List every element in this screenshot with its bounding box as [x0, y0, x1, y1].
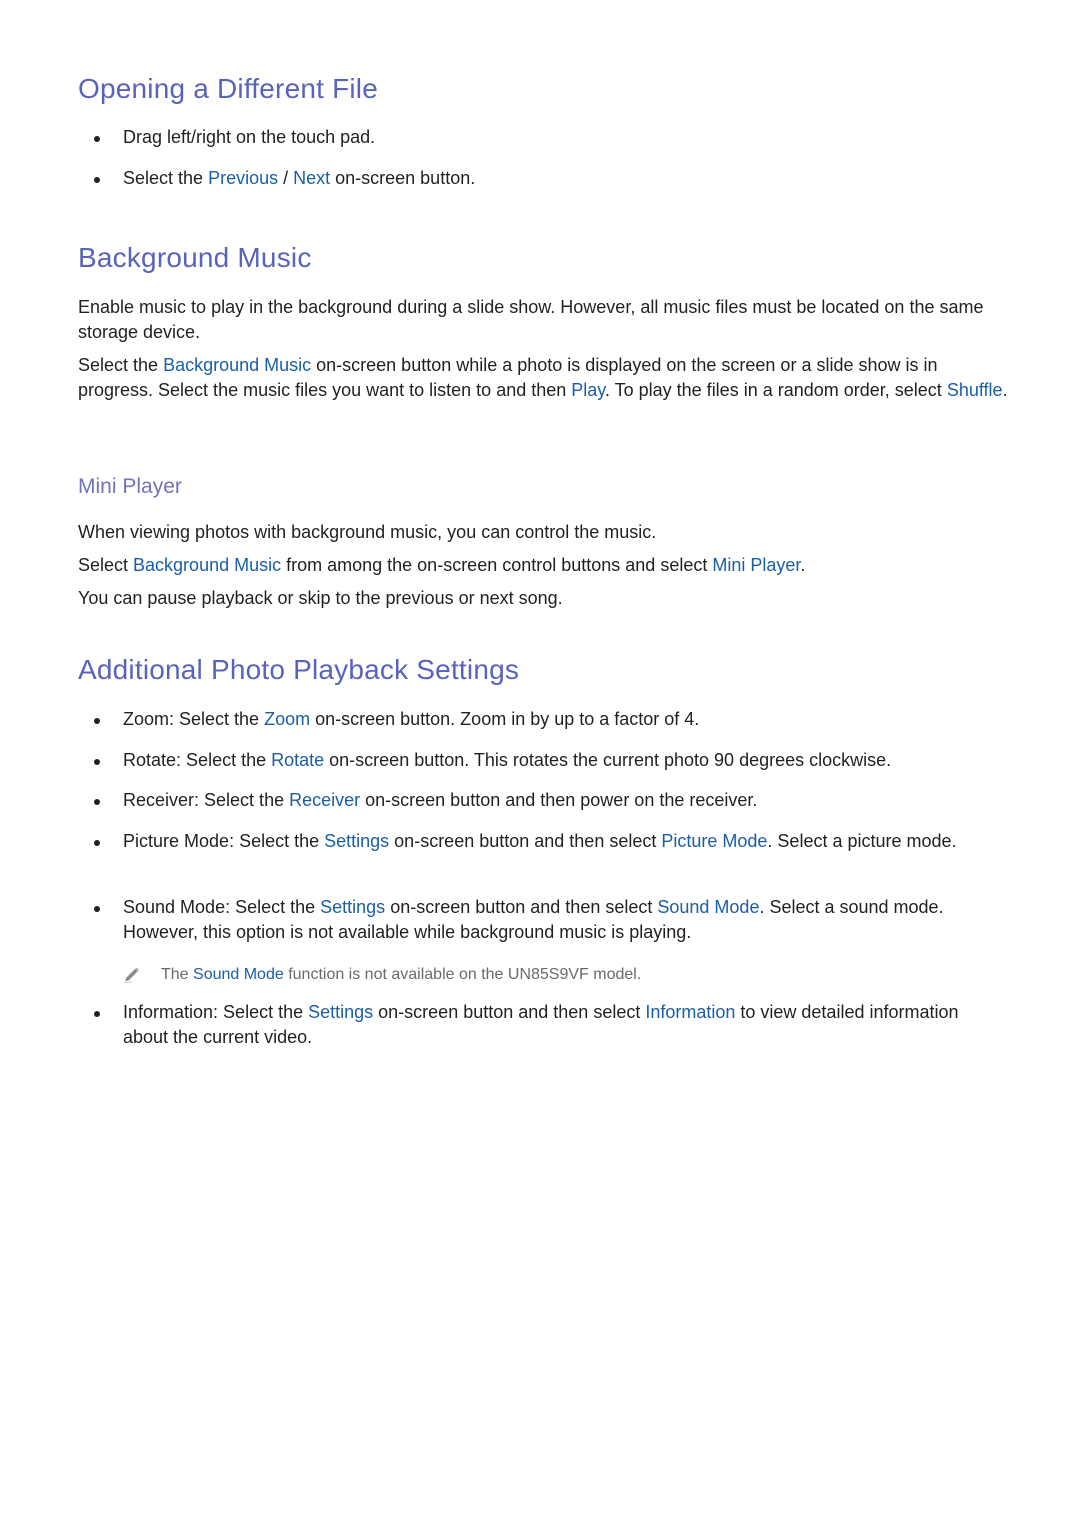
term-label: Receiver: [123, 790, 195, 810]
link-information[interactable]: Information: [645, 1002, 735, 1022]
paragraph: When viewing photos with background musi…: [78, 522, 657, 542]
paragraph: Select the Background Music on-screen bu…: [78, 355, 1008, 400]
link-sound-mode[interactable]: Sound Mode: [657, 897, 759, 917]
bullet-icon: [94, 799, 100, 805]
pencil-icon: [124, 967, 139, 983]
list-item: Sound Mode: Select the Settings on-scree…: [78, 895, 1008, 945]
link-play[interactable]: Play: [571, 380, 605, 400]
link-rotate[interactable]: Rotate: [271, 750, 324, 770]
list-item: Zoom: Select the Zoom on-screen button. …: [78, 707, 1008, 732]
link-zoom[interactable]: Zoom: [264, 709, 310, 729]
list-item: Information: Select the Settings on-scre…: [78, 1000, 1008, 1050]
link-picture-mode[interactable]: Picture Mode: [661, 831, 767, 851]
list-item: Receiver: Select the Receiver on-screen …: [78, 788, 1008, 813]
bullet-icon: [94, 177, 100, 183]
list-item: Select the Previous / Next on-screen but…: [78, 166, 1008, 191]
link-previous[interactable]: Previous: [208, 168, 278, 188]
list-item: Drag left/right on the touch pad.: [78, 125, 1008, 150]
paragraph: Enable music to play in the background d…: [78, 297, 984, 342]
link-sound-mode[interactable]: Sound Mode: [193, 966, 284, 983]
term-label: Sound Mode: [123, 897, 226, 917]
link-settings[interactable]: Settings: [308, 1002, 373, 1022]
link-shuffle[interactable]: Shuffle: [947, 380, 1003, 400]
bullet-icon: [94, 906, 100, 912]
bullet-icon: [94, 718, 100, 724]
term-label: Rotate: [123, 750, 177, 770]
link-background-music[interactable]: Background Music: [163, 355, 311, 375]
link-next[interactable]: Next: [293, 168, 330, 188]
heading-background-music: Background Music: [78, 242, 312, 273]
link-settings[interactable]: Settings: [320, 897, 385, 917]
heading-opening-different-file: Opening a Different File: [78, 73, 379, 104]
term-label: Information: [123, 1002, 214, 1022]
list-item: Picture Mode: Select the Settings on-scr…: [78, 829, 1008, 854]
term-label: Zoom: [123, 709, 170, 729]
term-label: Picture Mode: [123, 831, 230, 851]
link-mini-player[interactable]: Mini Player: [712, 555, 800, 575]
list-item: Rotate: Select the Rotate on-screen butt…: [78, 748, 1008, 773]
subheading-mini-player: Mini Player: [78, 475, 182, 498]
bullet-icon: [94, 840, 100, 846]
bullet-icon: [94, 1011, 100, 1017]
paragraph: Select Background Music from among the o…: [78, 555, 806, 575]
link-receiver[interactable]: Receiver: [289, 790, 360, 810]
paragraph: You can pause playback or skip to the pr…: [78, 588, 563, 608]
note: The Sound Mode function is not available…: [123, 964, 1003, 986]
bullet-icon: [94, 759, 100, 765]
link-background-music[interactable]: Background Music: [133, 555, 281, 575]
bullet-icon: [94, 136, 100, 142]
link-settings[interactable]: Settings: [324, 831, 389, 851]
heading-additional-photo-playback-settings: Additional Photo Playback Settings: [78, 654, 520, 685]
